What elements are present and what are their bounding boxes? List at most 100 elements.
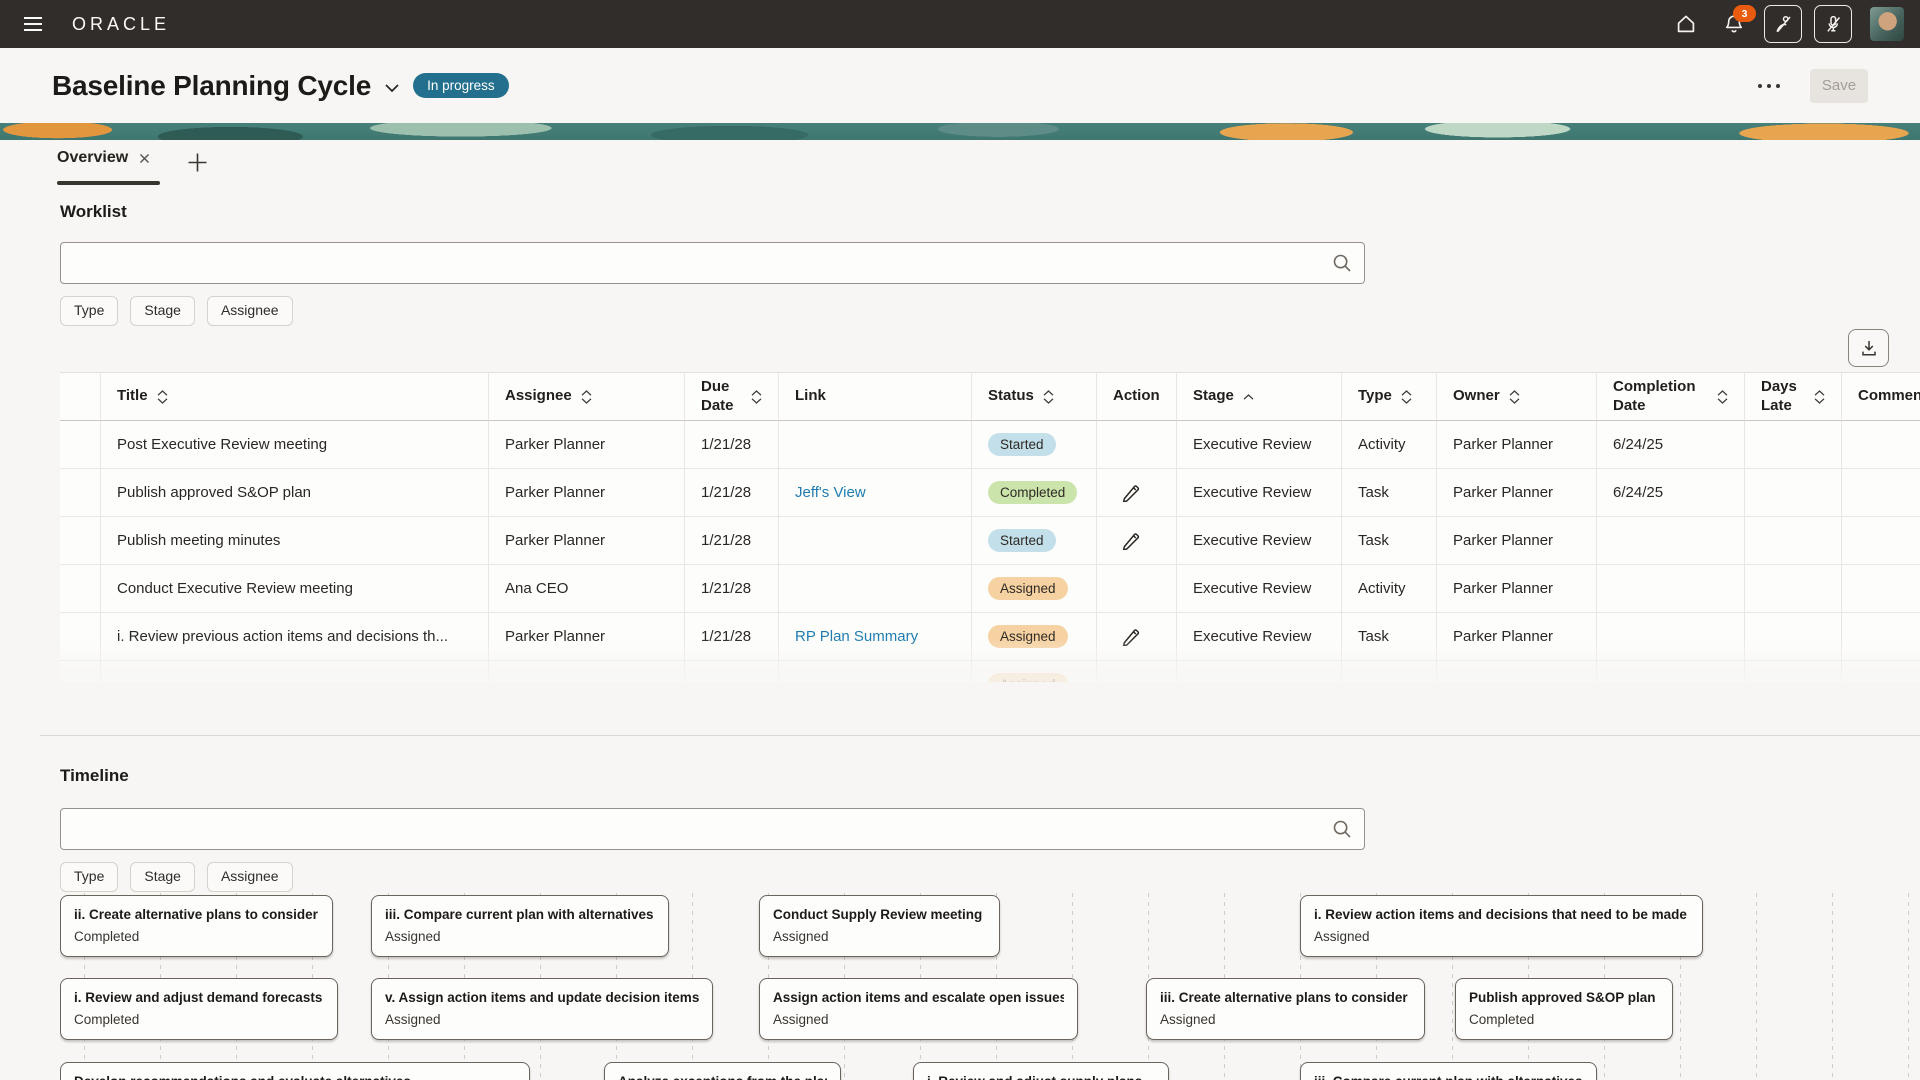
cell-gutter [60, 421, 100, 469]
sort-icon[interactable] [1717, 390, 1728, 404]
column-header-label: Comments [1858, 387, 1920, 406]
home-icon [1674, 12, 1698, 36]
save-button[interactable]: Save [1810, 69, 1868, 103]
timeline-card-title: ii. Create alternative plans to consider [74, 905, 319, 925]
column-header-title[interactable]: Title [100, 373, 488, 421]
cell-text: Task [1358, 628, 1389, 645]
column-header-status[interactable]: Status [971, 373, 1096, 421]
sort-icon[interactable] [751, 390, 762, 404]
worklist-table: TitleAssigneeDue Date Link StatusActionSta… [60, 372, 1920, 682]
title-dropdown-button[interactable] [384, 83, 400, 93]
cell-title: Post Executive Review meeting [100, 421, 488, 469]
timeline-card[interactable]: v. Assign action items and update decisi… [371, 978, 713, 1040]
worklist-search-input[interactable] [60, 242, 1365, 284]
row-link[interactable]: Jeff's View [795, 484, 866, 501]
column-header-due-date[interactable]: Due Date [684, 373, 778, 421]
cell-text: Executive Review [1193, 580, 1311, 597]
sort-icon[interactable] [1401, 390, 1412, 404]
cell-gutter [60, 613, 100, 661]
edit-action-button[interactable] [1115, 526, 1145, 556]
cell-link: Jeff's View [778, 469, 971, 517]
filter-chip-type[interactable]: Type [60, 296, 118, 326]
cell-due_date: 1/21/28 [684, 469, 778, 517]
cell-stage: Executive Review [1176, 613, 1341, 661]
cell-action [1096, 421, 1176, 469]
timeline-search-input[interactable] [60, 808, 1365, 850]
timeline-card[interactable]: i. Review and adjust supply plans [913, 1062, 1169, 1080]
sort-icon[interactable] [581, 390, 592, 404]
overflow-menu-button[interactable] [1758, 76, 1780, 96]
cell-comments [1841, 421, 1920, 469]
plus-icon [187, 152, 208, 173]
column-header-days-late[interactable]: Days Late [1744, 373, 1841, 421]
column-header-label: Link [795, 387, 826, 406]
cell-owner: Parker Planner [1436, 421, 1596, 469]
timeline-card[interactable]: ii. Create alternative plans to consider… [60, 895, 333, 957]
export-button[interactable] [1848, 329, 1889, 367]
cell-type [1341, 661, 1436, 682]
hamburger-icon [23, 16, 43, 32]
filter-chip-type[interactable]: Type [60, 862, 118, 892]
timeline-card-title: iii. Compare current plan with alternati… [1314, 1072, 1583, 1080]
timeline-card[interactable]: i. Review action items and decisions tha… [1300, 895, 1703, 957]
sort-icon[interactable] [1814, 390, 1825, 404]
cell-text: 1/21/28 [701, 436, 751, 453]
user-avatar[interactable] [1870, 7, 1904, 41]
column-header-comments[interactable]: Comments [1841, 373, 1920, 421]
sort-icon[interactable] [1509, 390, 1520, 404]
worklist-searchbox [60, 242, 1365, 284]
oracle-logo: ORACLE [72, 14, 170, 35]
timeline-card[interactable]: Develop recommendations and evaluate alt… [60, 1062, 530, 1080]
timeline-card[interactable]: Assign action items and escalate open is… [759, 978, 1078, 1040]
timeline-card[interactable]: Publish approved S&OP planCompleted [1455, 978, 1673, 1040]
column-header-assignee[interactable]: Assignee [488, 373, 684, 421]
notifications-button[interactable]: 3 [1716, 6, 1752, 42]
page-header: Baseline Planning Cycle In progress Save [0, 48, 1920, 123]
voice-mute-button[interactable] [1814, 5, 1852, 43]
timeline-card-status: Completed [74, 928, 319, 946]
sort-icon[interactable] [1043, 390, 1054, 404]
home-button[interactable] [1668, 6, 1704, 42]
tab-overview[interactable]: Overview [57, 149, 150, 167]
cell-text: Conduct Executive Review meeting [117, 580, 353, 597]
cell-comments [1841, 661, 1920, 682]
timeline-card[interactable]: Analyze exceptions from the plan [604, 1062, 841, 1080]
filter-chip-stage[interactable]: Stage [130, 296, 195, 326]
worklist-heading: Worklist [60, 202, 127, 222]
timeline-card-title: Develop recommendations and evaluate alt… [74, 1072, 516, 1080]
timeline-card[interactable]: i. Review and adjust demand forecastsCom… [60, 978, 338, 1040]
cell-text: 1/21/28 [701, 532, 751, 549]
timeline-searchbox [60, 808, 1365, 850]
timeline-card[interactable]: Conduct Supply Review meetingAssigned [759, 895, 1000, 957]
column-header-owner[interactable]: Owner [1436, 373, 1596, 421]
sort-icon[interactable] [1243, 394, 1254, 400]
sort-icon[interactable] [157, 390, 168, 404]
column-header-completion-date[interactable]: Completion Date [1596, 373, 1744, 421]
edit-action-button[interactable] [1115, 622, 1145, 652]
cell-status: Assigned [971, 661, 1096, 682]
timeline-card[interactable]: iii. Create alternative plans to conside… [1146, 978, 1425, 1040]
column-header-select[interactable] [60, 373, 100, 421]
timeline-card[interactable]: iii. Compare current plan with alternati… [1300, 1062, 1597, 1080]
tab-close-button[interactable] [139, 153, 150, 164]
assistant-button[interactable] [1764, 5, 1802, 43]
add-tab-button[interactable] [182, 147, 212, 177]
column-header-action[interactable]: Action [1096, 373, 1176, 421]
cell-status: Started [971, 421, 1096, 469]
cell-text: 6/24/25 [1613, 436, 1663, 453]
edit-action-button[interactable] [1115, 478, 1145, 508]
cell-due_date: 1/21/28 [684, 565, 778, 613]
banner-artwork [0, 123, 1920, 140]
column-header-type[interactable]: Type [1341, 373, 1436, 421]
filter-chip-stage[interactable]: Stage [130, 862, 195, 892]
cell-link [778, 517, 971, 565]
cell-stage [1176, 661, 1341, 682]
filter-chip-assignee[interactable]: Assignee [207, 296, 293, 326]
column-header-stage[interactable]: Stage [1176, 373, 1341, 421]
hamburger-menu-button[interactable] [16, 7, 50, 41]
timeline-card[interactable]: iii. Compare current plan with alternati… [371, 895, 669, 957]
column-header-link[interactable]: Link [778, 373, 971, 421]
filter-chip-assignee[interactable]: Assignee [207, 862, 293, 892]
row-link[interactable]: RP Plan Summary [795, 628, 918, 645]
timeline-card-title: i. Review action items and decisions tha… [1314, 905, 1689, 925]
